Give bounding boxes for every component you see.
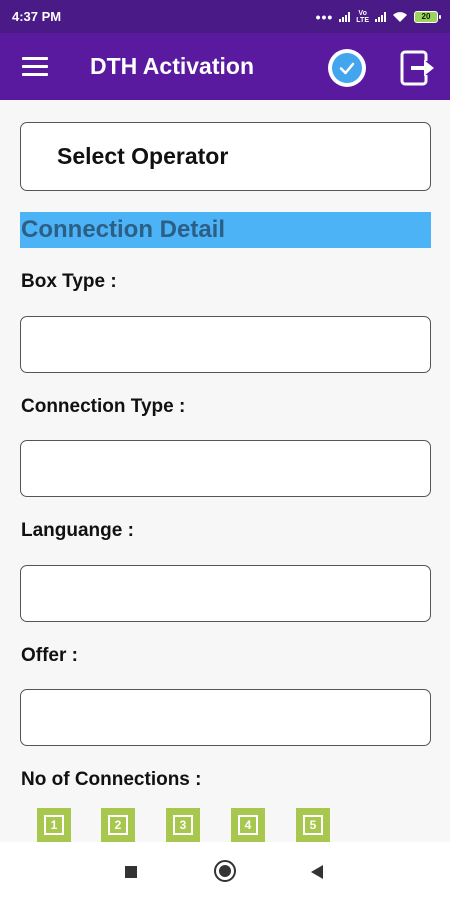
signal-2-icon (375, 11, 386, 22)
no-of-connections-label: No of Connections : (21, 769, 202, 790)
system-nav-bar (0, 842, 450, 900)
connection-option-label: 5 (303, 815, 323, 835)
connection-option-label: 2 (108, 815, 128, 835)
language-input[interactable] (20, 565, 431, 622)
status-icons: ••• Vo LTE 20 (315, 8, 441, 25)
connection-option-2[interactable]: 2 (101, 808, 135, 842)
connection-option-5[interactable]: 5 (296, 808, 330, 842)
notification-dots-icon: ••• (315, 8, 334, 25)
select-operator-label: Select Operator (57, 143, 229, 169)
offer-input[interactable] (20, 689, 431, 746)
battery-icon: 20 (414, 10, 441, 23)
box-type-label: Box Type : (21, 271, 117, 292)
section-header-connection-detail: Connection Detail (20, 212, 431, 248)
home-icon[interactable] (214, 860, 236, 882)
connection-option-label: 3 (173, 815, 193, 835)
wifi-icon (393, 11, 407, 22)
check-circle-icon[interactable] (328, 49, 366, 87)
page-title: DTH Activation (90, 53, 254, 79)
connection-option-4[interactable]: 4 (231, 808, 265, 842)
section-title: Connection Detail (21, 216, 226, 243)
connection-type-input[interactable] (20, 440, 431, 497)
language-label: Languange : (21, 520, 134, 541)
offer-label: Offer : (21, 645, 78, 666)
connection-type-label: Connection Type : (21, 396, 186, 417)
connection-option-label: 1 (44, 815, 64, 835)
select-operator-dropdown[interactable]: Select Operator (20, 122, 431, 191)
exit-icon[interactable] (400, 49, 436, 87)
app-bar: DTH Activation (0, 33, 450, 100)
box-type-input[interactable] (20, 316, 431, 373)
signal-icon (339, 11, 351, 22)
network-label: LTE (356, 16, 369, 24)
connection-option-1[interactable]: 1 (37, 808, 71, 842)
status-time: 4:37 PM (12, 9, 62, 24)
connection-option-3[interactable]: 3 (166, 808, 200, 842)
connection-option-label: 4 (238, 815, 258, 835)
status-bar: 4:37 PM ••• Vo LTE 20 (0, 0, 450, 33)
battery-level: 20 (421, 12, 431, 21)
network-type: Vo LTE (356, 9, 369, 24)
menu-icon[interactable] (22, 57, 48, 77)
recent-apps-icon[interactable] (125, 866, 137, 878)
back-icon[interactable] (310, 864, 324, 880)
